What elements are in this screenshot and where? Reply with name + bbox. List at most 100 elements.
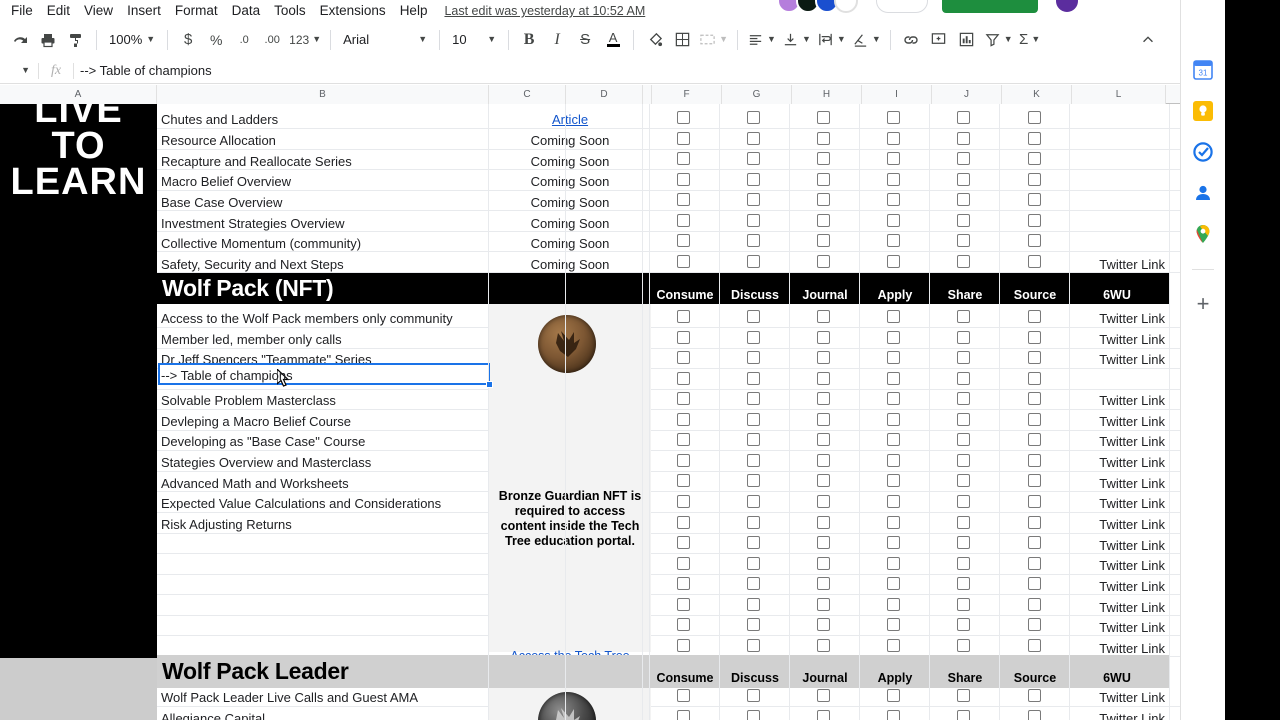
increase-decimal-button[interactable]: .00 [258, 26, 286, 54]
checkbox-journal[interactable] [817, 536, 830, 549]
menu-extensions[interactable]: Extensions [313, 1, 393, 21]
cell-b-chutes-and-ladders[interactable]: Chutes and Ladders [161, 110, 486, 128]
cell-l-twitter-link[interactable]: Twitter Link [1075, 474, 1169, 492]
checkbox-discuss[interactable] [747, 639, 760, 652]
percent-format-button[interactable]: % [202, 26, 230, 54]
checkbox-journal[interactable] [817, 598, 830, 611]
checkbox-share[interactable] [957, 392, 970, 405]
checkbox-consume[interactable] [677, 618, 690, 631]
menu-data[interactable]: Data [225, 1, 268, 21]
checkbox-apply[interactable] [887, 577, 900, 590]
menu-help[interactable]: Help [393, 1, 435, 21]
checkbox-source[interactable] [1028, 255, 1041, 268]
article-link[interactable]: Article [552, 112, 588, 127]
column-header-i[interactable]: I [862, 85, 932, 104]
cell-l-twitter-link[interactable]: Twitter Link [1075, 577, 1169, 595]
cell-b-strategies-overview[interactable]: Stategies Overview and Masterclass [161, 453, 486, 471]
checkbox-share[interactable] [957, 474, 970, 487]
checkbox-apply[interactable] [887, 516, 900, 529]
insert-link-icon[interactable] [897, 26, 925, 54]
checkbox-apply[interactable] [887, 234, 900, 247]
cell-b-solvable-problem[interactable]: Solvable Problem Masterclass [161, 391, 486, 409]
formula-input[interactable]: --> Table of champions [74, 63, 1180, 78]
checkbox-share[interactable] [957, 351, 970, 364]
cell-d-article-link[interactable]: Article [489, 110, 651, 128]
cell-l-twitter-link[interactable]: Twitter Link [1075, 309, 1169, 327]
checkbox-source[interactable] [1028, 516, 1041, 529]
cell-l-twitter-link[interactable]: Twitter Link [1075, 453, 1169, 471]
cell-l-twitter-link[interactable]: Twitter Link [1075, 432, 1169, 450]
column-header-f[interactable]: F [652, 85, 722, 104]
cell-b-base-case-course[interactable]: Developing as "Base Case" Course [161, 432, 486, 450]
google-keep-icon[interactable] [1191, 99, 1215, 123]
checkbox-share[interactable] [957, 310, 970, 323]
checkbox-consume[interactable] [677, 255, 690, 268]
checkbox-source[interactable] [1028, 173, 1041, 186]
column-header-d[interactable]: D [566, 85, 643, 104]
checkbox-journal[interactable] [817, 255, 830, 268]
checkbox-apply[interactable] [887, 132, 900, 145]
checkbox-discuss[interactable] [747, 111, 760, 124]
checkbox-journal[interactable] [817, 516, 830, 529]
cell-l-twitter-link[interactable]: Twitter Link [1075, 688, 1169, 706]
checkbox-apply[interactable] [887, 331, 900, 344]
checkbox-discuss[interactable] [747, 577, 760, 590]
checkbox-journal[interactable] [817, 351, 830, 364]
currency-format-button[interactable]: $ [174, 26, 202, 54]
column-header-g[interactable]: G [722, 85, 792, 104]
menu-file[interactable]: File [4, 1, 40, 21]
cell-b-collective-momentum[interactable]: Collective Momentum (community) [161, 234, 486, 252]
checkbox-share[interactable] [957, 193, 970, 206]
cell-b-safety-security[interactable]: Safety, Security and Next Steps [161, 255, 486, 273]
checkbox-discuss[interactable] [747, 454, 760, 467]
checkbox-discuss[interactable] [747, 557, 760, 570]
checkbox-consume[interactable] [677, 152, 690, 165]
checkbox-journal[interactable] [817, 111, 830, 124]
checkbox-discuss[interactable] [747, 331, 760, 344]
checkbox-consume[interactable] [677, 454, 690, 467]
checkbox-discuss[interactable] [747, 433, 760, 446]
cell-l-twitter-link[interactable]: Twitter Link [1075, 350, 1169, 368]
checkbox-journal[interactable] [817, 639, 830, 652]
checkbox-apply[interactable] [887, 392, 900, 405]
checkbox-journal[interactable] [817, 152, 830, 165]
checkbox-journal[interactable] [817, 710, 830, 720]
get-addons-icon[interactable]: + [1197, 293, 1210, 315]
checkbox-share[interactable] [957, 255, 970, 268]
checkbox-source[interactable] [1028, 132, 1041, 145]
cell-b-table-of-champions[interactable]: --> Table of champions [161, 367, 486, 383]
checkbox-apply[interactable] [887, 639, 900, 652]
checkbox-discuss[interactable] [747, 598, 760, 611]
cell-l-twitter-link[interactable]: Twitter Link [1075, 536, 1169, 554]
checkbox-discuss[interactable] [747, 132, 760, 145]
checkbox-consume[interactable] [677, 598, 690, 611]
cell-d-status[interactable]: Coming Soon [489, 172, 651, 190]
name-box[interactable]: ▼ [0, 66, 38, 75]
cell-l-twitter-link[interactable]: Twitter Link [1075, 709, 1169, 720]
cell-l-twitter-link[interactable]: Twitter Link [1075, 515, 1169, 533]
cell-l-twitter-link[interactable]: Twitter Link [1075, 598, 1169, 616]
checkbox-journal[interactable] [817, 413, 830, 426]
cell-b-recapture-reallocate[interactable]: Recapture and Reallocate Series [161, 152, 486, 170]
checkbox-consume[interactable] [677, 577, 690, 590]
comment-history-button[interactable] [876, 0, 928, 13]
checkbox-consume[interactable] [677, 413, 690, 426]
cell-l-twitter-link[interactable]: Twitter Link [1075, 255, 1169, 273]
checkbox-journal[interactable] [817, 454, 830, 467]
checkbox-share[interactable] [957, 577, 970, 590]
cell-l-twitter-link[interactable]: Twitter Link [1075, 391, 1169, 409]
checkbox-apply[interactable] [887, 351, 900, 364]
checkbox-consume[interactable] [677, 132, 690, 145]
checkbox-journal[interactable] [817, 495, 830, 508]
cell-l-twitter-link[interactable]: Twitter Link [1075, 494, 1169, 512]
checkbox-consume[interactable] [677, 214, 690, 227]
checkbox-apply[interactable] [887, 193, 900, 206]
cell-d-status[interactable]: Coming Soon [489, 193, 651, 211]
checkbox-apply[interactable] [887, 710, 900, 720]
horizontal-align-icon[interactable]: ▼ [744, 26, 779, 54]
cell-l-twitter-link[interactable]: Twitter Link [1075, 556, 1169, 574]
cell-b-risk-adjusting-returns[interactable]: Risk Adjusting Returns [161, 515, 486, 533]
google-tasks-icon[interactable] [1191, 140, 1215, 164]
checkbox-journal[interactable] [817, 234, 830, 247]
more-formats-button[interactable]: 123 ▼ [286, 26, 324, 54]
